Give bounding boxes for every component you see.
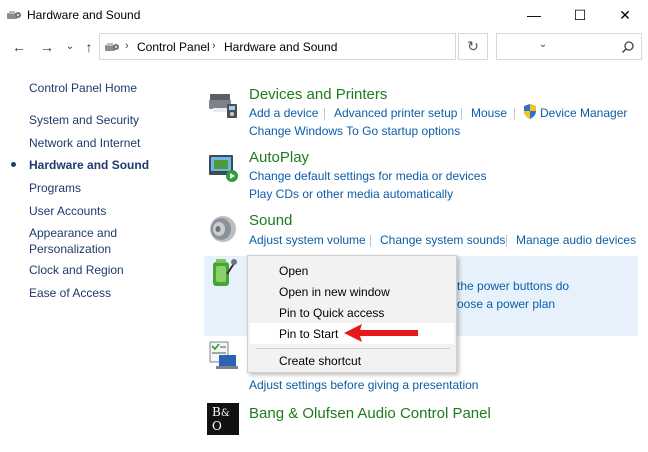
annotation-arrow-icon [344, 324, 418, 342]
window-title: Hardware and Sound [27, 8, 141, 22]
refresh-icon: ↻ [467, 38, 479, 54]
adjust-presentation-settings-link[interactable]: Adjust settings before giving a presenta… [249, 378, 478, 392]
up-button[interactable]: ↑ [80, 38, 98, 56]
choose-power-plan-link[interactable]: oose a power plan [457, 297, 555, 311]
breadcrumb-hardware-and-sound[interactable]: Hardware and Sound [224, 40, 337, 54]
sidebar-item-programs[interactable]: Programs [29, 181, 81, 195]
adjust-system-volume-link[interactable]: Adjust system volume [249, 233, 366, 247]
device-manager-link[interactable]: Device Manager [540, 106, 627, 120]
play-cds-link[interactable]: Play CDs or other media automatically [249, 187, 453, 201]
refresh-button[interactable]: ↻ [458, 33, 488, 60]
hardware-and-sound-icon [7, 11, 21, 19]
context-menu-create-shortcut[interactable]: Create shortcut [279, 354, 361, 368]
sound-title[interactable]: Sound [249, 212, 292, 229]
sound-icon [210, 216, 236, 242]
breadcrumb-separator: › [212, 40, 216, 52]
breadcrumb-control-panel[interactable]: Control Panel [137, 40, 210, 54]
link-separator [506, 235, 507, 247]
forward-arrow-icon: → [40, 39, 54, 55]
context-menu-open-in-new-window[interactable]: Open in new window [279, 285, 390, 299]
sidebar-item-clock-and-region[interactable]: Clock and Region [29, 263, 124, 277]
autoplay-title[interactable]: AutoPlay [249, 149, 309, 166]
chevron-down-icon: ⌄ [65, 40, 75, 52]
title-bar: Hardware and Sound — ☐ ✕ [0, 0, 648, 30]
link-separator [514, 108, 515, 120]
current-page-bullet [11, 162, 16, 167]
advanced-printer-setup-link[interactable]: Advanced printer setup [334, 106, 457, 120]
bang-olufsen-logo: B& O [207, 403, 239, 435]
context-menu-pin-to-quick-access[interactable]: Pin to Quick access [279, 306, 384, 320]
link-separator [370, 235, 371, 247]
close-button[interactable]: ✕ [602, 0, 648, 30]
sidebar-item-control-panel-home[interactable]: Control Panel Home [29, 81, 137, 95]
link-separator [324, 108, 325, 120]
context-menu-pin-to-start[interactable]: Pin to Start [279, 327, 338, 341]
manage-audio-devices-link[interactable]: Manage audio devices [516, 233, 636, 247]
link-separator [461, 108, 462, 120]
sidebar-item-ease-of-access[interactable]: Ease of Access [29, 286, 111, 300]
sidebar-item-user-accounts[interactable]: User Accounts [29, 204, 106, 218]
power-buttons-link[interactable]: the power buttons do [457, 279, 569, 293]
maximize-icon: ☐ [573, 6, 587, 23]
change-system-sounds-link[interactable]: Change system sounds [380, 233, 505, 247]
back-button[interactable]: ← [10, 38, 28, 56]
mouse-link[interactable]: Mouse [471, 106, 507, 120]
minimize-icon: — [527, 7, 541, 23]
sidebar-item-network-and-internet[interactable]: Network and Internet [29, 136, 140, 150]
add-a-device-link[interactable]: Add a device [249, 106, 318, 120]
devices-and-printers-icon [209, 94, 237, 118]
uac-shield-icon [524, 104, 536, 119]
sidebar-item-hardware-and-sound[interactable]: Hardware and Sound [29, 158, 149, 172]
back-arrow-icon: ← [12, 39, 26, 55]
context-menu-open[interactable]: Open [279, 264, 308, 278]
sidebar-item-personalization[interactable]: Personalization [29, 242, 111, 256]
recent-locations-button[interactable]: ⌄ [61, 37, 79, 55]
context-menu: Open Open in new window Pin to Quick acc… [247, 255, 457, 373]
maximize-button[interactable]: ☐ [557, 0, 603, 30]
power-options-icon [213, 259, 237, 286]
close-icon: ✕ [619, 6, 631, 23]
autoplay-icon [209, 155, 238, 182]
context-menu-separator [256, 348, 450, 349]
up-arrow-icon: ↑ [85, 39, 93, 55]
mobility-center-icon [209, 341, 238, 369]
address-bar[interactable]: › Control Panel › Hardware and Sound ⌄ [99, 33, 547, 60]
breadcrumb-separator: › [125, 40, 129, 52]
devices-and-printers-title[interactable]: Devices and Printers [249, 86, 387, 103]
change-windows-to-go-link[interactable]: Change Windows To Go startup options [249, 124, 460, 138]
hardware-and-sound-icon [105, 43, 119, 51]
search-input[interactable] [496, 33, 642, 60]
search-icon [621, 41, 634, 54]
bang-olufsen-title[interactable]: Bang & Olufsen Audio Control Panel [249, 405, 491, 422]
forward-button[interactable]: → [38, 38, 56, 56]
minimize-button[interactable]: — [511, 0, 557, 30]
change-default-settings-link[interactable]: Change default settings for media or dev… [249, 169, 486, 183]
sidebar-item-appearance[interactable]: Appearance and [29, 226, 117, 240]
sidebar-item-system-and-security[interactable]: System and Security [29, 113, 139, 127]
